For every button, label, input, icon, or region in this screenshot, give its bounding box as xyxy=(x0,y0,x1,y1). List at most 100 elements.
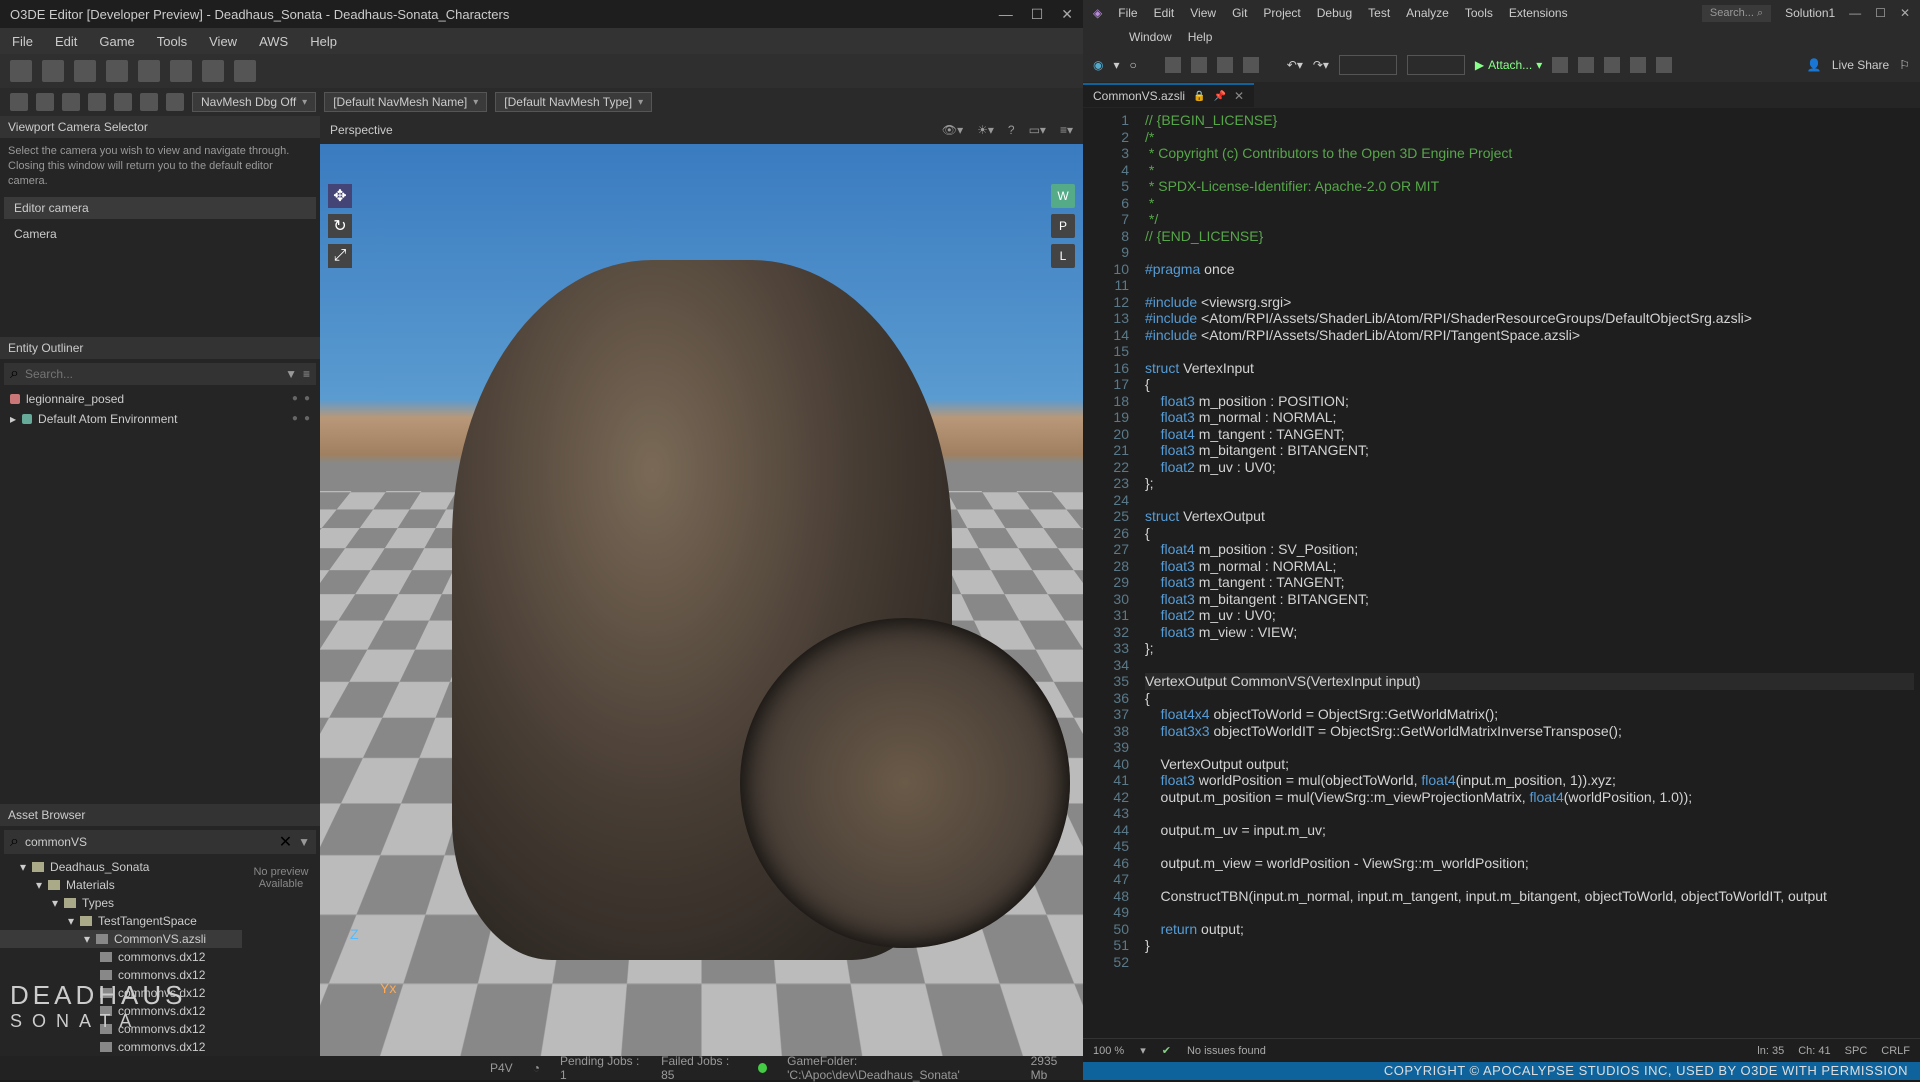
tb-icon-b[interactable] xyxy=(1578,57,1594,73)
menu-file[interactable]: File xyxy=(12,34,33,49)
tab-commonvs[interactable]: CommonVS.azsli 🔒 📌 ✕ xyxy=(1083,83,1254,107)
attach-button[interactable]: ▶ Attach... ▾ xyxy=(1475,58,1542,72)
asset-tree-row[interactable]: ▾TestTangentSpace xyxy=(0,912,242,930)
navmesh-dbg-combo[interactable]: NavMesh Dbg Off xyxy=(192,92,316,112)
vs-menu-tools[interactable]: Tools xyxy=(1465,6,1493,20)
nav-icon3[interactable] xyxy=(62,93,80,111)
tb-icon-c[interactable] xyxy=(1604,57,1620,73)
vp-l-button[interactable]: L xyxy=(1051,244,1075,268)
viewport-canvas[interactable]: ✥ ↻ ⤢ W P L Z Yx xyxy=(320,144,1083,1056)
tool-save-icon[interactable] xyxy=(42,60,64,82)
nav-icon7[interactable] xyxy=(166,93,184,111)
tab-close-icon[interactable]: ✕ xyxy=(1234,89,1244,103)
vp-camera-icon[interactable]: 👁▾ xyxy=(942,123,963,137)
vp-p-button[interactable]: P xyxy=(1051,214,1075,238)
asset-search-input[interactable] xyxy=(25,835,273,849)
asset-tree-row[interactable]: ▾Deadhaus_Sonata xyxy=(0,858,242,876)
nav-back-icon[interactable]: ◉ xyxy=(1093,58,1103,72)
outliner-row-legionnaire[interactable]: legionnaire_posed ●● xyxy=(0,389,320,409)
clear-icon[interactable]: ✕ xyxy=(279,832,292,852)
menu-game[interactable]: Game xyxy=(99,34,134,49)
tool-search-icon[interactable] xyxy=(234,60,256,82)
gizmo-scale-icon[interactable]: ⤢ xyxy=(328,244,352,268)
vp-light-icon[interactable]: ☀▾ xyxy=(977,123,994,137)
tool-redo-icon[interactable] xyxy=(106,60,128,82)
tb-icon-d[interactable] xyxy=(1630,57,1646,73)
menu-aws[interactable]: AWS xyxy=(259,34,288,49)
tool-cursor-icon[interactable] xyxy=(10,60,32,82)
vp-aspect-icon[interactable]: ▭▾ xyxy=(1029,123,1046,137)
maximize-icon[interactable]: ☐ xyxy=(1031,6,1044,23)
vs-solution-label[interactable]: Solution1 xyxy=(1785,6,1835,20)
gizmo-move-icon[interactable]: ✥ xyxy=(328,184,352,208)
vs-menu-help[interactable]: Help xyxy=(1188,30,1213,44)
menu-help[interactable]: Help xyxy=(310,34,337,49)
asset-tree-row[interactable]: ▾CommonVS.azsli xyxy=(0,930,242,948)
saveall-icon[interactable] xyxy=(1243,57,1259,73)
tool-undo-icon[interactable] xyxy=(74,60,96,82)
nav-icon[interactable] xyxy=(10,93,28,111)
tb-icon-e[interactable] xyxy=(1656,57,1672,73)
pin-icon[interactable]: 📌 xyxy=(1213,91,1225,102)
menu-view[interactable]: View xyxy=(209,34,237,49)
filter-icon[interactable]: ▼ xyxy=(298,835,310,849)
vs-menu-test[interactable]: Test xyxy=(1368,6,1390,20)
close-icon[interactable]: ✕ xyxy=(1900,6,1910,20)
liveshare-icon[interactable]: 👤 xyxy=(1807,58,1822,72)
navmesh-type-combo[interactable]: [Default NavMesh Type] xyxy=(495,92,652,112)
zoom-level[interactable]: 100 % xyxy=(1093,1045,1124,1057)
asset-tree-row[interactable]: ▾Types xyxy=(0,894,242,912)
vs-menu-window[interactable]: Window xyxy=(1129,30,1172,44)
tool-snap-icon[interactable] xyxy=(170,60,192,82)
maximize-icon[interactable]: ☐ xyxy=(1875,6,1886,20)
minimize-icon[interactable]: — xyxy=(1849,6,1861,20)
close-icon[interactable]: ✕ xyxy=(1061,6,1073,23)
feedback-icon[interactable]: ⚐ xyxy=(1899,58,1910,72)
menu-edit[interactable]: Edit xyxy=(55,34,77,49)
vp-w-button[interactable]: W xyxy=(1051,184,1075,208)
redo-icon[interactable]: ↷▾ xyxy=(1313,58,1329,72)
nav-icon4[interactable] xyxy=(88,93,106,111)
navmesh-name-combo[interactable]: [Default NavMesh Name] xyxy=(324,92,487,112)
menu-tools[interactable]: Tools xyxy=(157,34,187,49)
asset-preview: No preview Available xyxy=(242,858,320,1056)
new-icon[interactable] xyxy=(1165,57,1181,73)
save-icon[interactable] xyxy=(1217,57,1233,73)
tool-grid-icon[interactable] xyxy=(138,60,160,82)
menu-icon[interactable]: ≡ xyxy=(303,367,310,381)
camera-item-editor[interactable]: Editor camera xyxy=(4,197,316,219)
open-icon[interactable] xyxy=(1191,57,1207,73)
config-combo[interactable] xyxy=(1339,55,1397,75)
gizmo-rotate-icon[interactable]: ↻ xyxy=(328,214,352,238)
vs-menu-file[interactable]: File xyxy=(1118,6,1137,20)
vp-menu-icon[interactable]: ≡▾ xyxy=(1060,123,1073,137)
outliner-search-input[interactable] xyxy=(25,367,279,381)
nav-icon2[interactable] xyxy=(36,93,54,111)
camera-item-camera[interactable]: Camera xyxy=(4,223,316,245)
asset-tree-row[interactable]: ▾Materials xyxy=(0,876,242,894)
minimize-icon[interactable]: — xyxy=(999,6,1013,23)
vs-menu-project[interactable]: Project xyxy=(1263,6,1300,20)
vs-menu-git[interactable]: Git xyxy=(1232,6,1247,20)
nav-icon6[interactable] xyxy=(140,93,158,111)
platform-combo[interactable] xyxy=(1407,55,1465,75)
vp-help-icon[interactable]: ? xyxy=(1008,123,1015,137)
tb-icon-a[interactable] xyxy=(1552,57,1568,73)
vs-search-input[interactable]: Search... ⌕ xyxy=(1702,5,1771,22)
liveshare-button[interactable]: Live Share xyxy=(1832,58,1889,72)
vs-menu-debug[interactable]: Debug xyxy=(1317,6,1352,20)
vs-menu-edit[interactable]: Edit xyxy=(1154,6,1175,20)
copyright-text: COPYRIGHT © APOCALYPSE STUDIOS INC, USED… xyxy=(1384,1063,1908,1078)
code-editor[interactable]: 1234567891011121314151617181920212223242… xyxy=(1083,108,1920,1038)
nav-icon5[interactable] xyxy=(114,93,132,111)
vs-menu-extensions[interactable]: Extensions xyxy=(1509,6,1568,20)
asset-tree-row[interactable]: commonvs.dx12 xyxy=(0,1038,242,1056)
nav-fwd-icon[interactable]: ○ xyxy=(1130,58,1137,72)
filter-icon[interactable]: ▼ xyxy=(285,367,297,381)
vs-menu-analyze[interactable]: Analyze xyxy=(1406,6,1449,20)
asset-tree-row[interactable]: commonvs.dx12 xyxy=(0,948,242,966)
undo-icon[interactable]: ↶▾ xyxy=(1287,58,1303,72)
tool-globe-icon[interactable] xyxy=(202,60,224,82)
vs-menu-view[interactable]: View xyxy=(1190,6,1216,20)
outliner-row-atom-env[interactable]: ▸ Default Atom Environment ●● xyxy=(0,409,320,429)
